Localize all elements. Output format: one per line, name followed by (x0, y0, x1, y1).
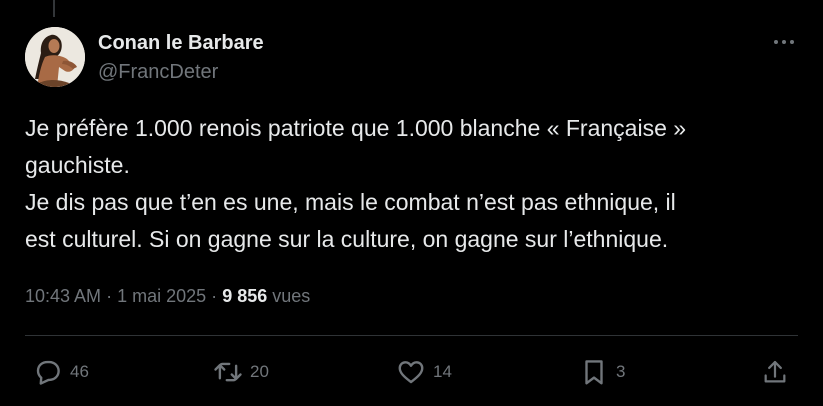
user-handle[interactable]: @FrancDeter (98, 59, 264, 85)
tweet-author: Conan le Barbare @FrancDeter (98, 30, 264, 85)
share-upload-icon (764, 360, 786, 383)
share-button[interactable] (761, 357, 789, 387)
tweet-text: Je préfère 1.000 renois patriote que 1.0… (25, 110, 810, 258)
tweet-time[interactable]: 10:43 AM (25, 286, 101, 306)
tweet-text-line: Je dis pas que t’en es une, mais le comb… (25, 189, 676, 215)
speech-bubble-icon (36, 360, 60, 385)
repost-arrows-icon (214, 362, 242, 382)
like-count: 14 (433, 362, 452, 381)
meta-separator: · (211, 286, 218, 306)
tweet-text-line: Je préfère 1.000 renois patriote que 1.0… (25, 115, 687, 141)
repost-button[interactable]: 20 (213, 357, 269, 387)
views-label: vues (272, 286, 311, 306)
tweet-text-line: gauchiste. (25, 152, 130, 178)
more-horizontal-icon (774, 40, 794, 44)
like-button[interactable]: 14 (396, 357, 452, 387)
bookmark-icon (585, 360, 603, 385)
bookmark-button[interactable]: 3 (579, 357, 625, 387)
avatar-image (25, 27, 85, 87)
thread-connector-line (53, 0, 55, 17)
reply-count: 46 (70, 362, 89, 381)
display-name[interactable]: Conan le Barbare (98, 30, 264, 56)
divider (25, 335, 798, 336)
views-count: 9 856 (222, 286, 268, 306)
tweet-meta: 10:43 AM · 1 mai 2025 · 9 856 vues (25, 283, 310, 309)
heart-icon (398, 361, 424, 384)
avatar[interactable] (25, 27, 85, 87)
bookmark-count: 3 (616, 362, 626, 381)
reply-button[interactable]: 46 (33, 357, 89, 387)
more-options-button[interactable] (770, 30, 798, 54)
tweet-text-line: est culturel. Si on gagne sur la culture… (25, 226, 669, 252)
tweet-date[interactable]: 1 mai 2025 (117, 286, 206, 306)
meta-separator: · (106, 286, 113, 306)
repost-count: 20 (250, 362, 269, 381)
